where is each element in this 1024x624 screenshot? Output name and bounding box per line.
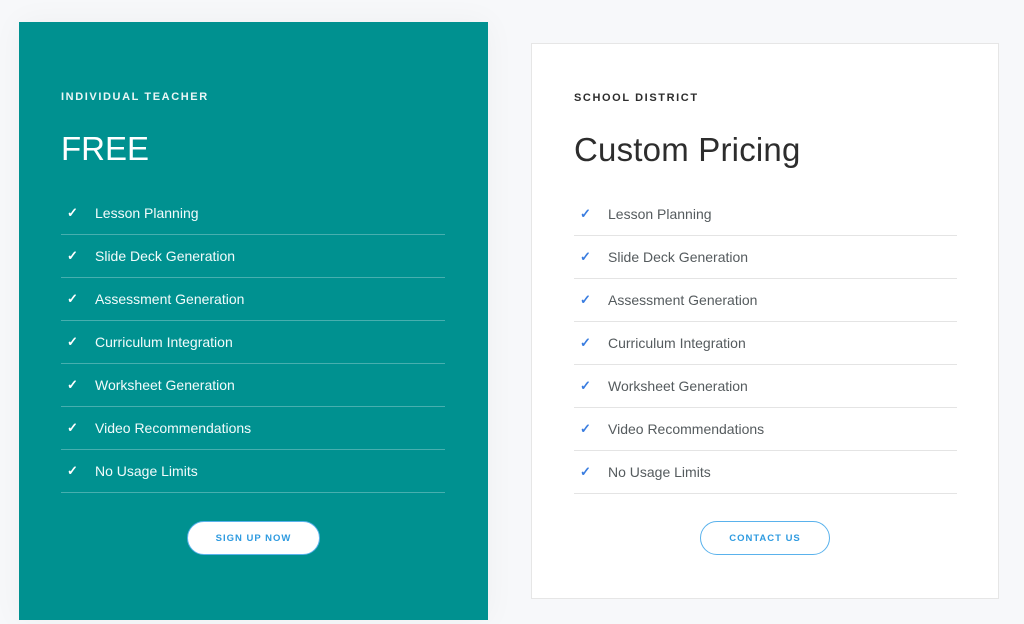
check-icon: ✓ xyxy=(67,463,78,478)
feature-label: Slide Deck Generation xyxy=(95,248,236,264)
plan-eyebrow: INDIVIDUAL TEACHER xyxy=(61,91,209,103)
feature-label: Video Recommendations xyxy=(95,420,252,436)
contact-us-button[interactable]: CONTACT US xyxy=(700,521,830,555)
feature-item: ✓ No Usage Limits xyxy=(574,451,957,494)
check-icon: ✓ xyxy=(67,291,78,306)
check-icon: ✓ xyxy=(580,292,591,307)
plan-eyebrow: SCHOOL DISTRICT xyxy=(574,92,699,104)
feature-item: ✓ Assessment Generation xyxy=(574,279,957,322)
feature-label: Worksheet Generation xyxy=(95,377,235,393)
sign-up-now-button[interactable]: SIGN UP NOW xyxy=(187,521,320,555)
check-icon: ✓ xyxy=(580,206,591,221)
feature-label: Assessment Generation xyxy=(95,291,245,307)
feature-item: ✓ Assessment Generation xyxy=(61,278,445,321)
check-icon: ✓ xyxy=(67,205,78,220)
feature-label: Curriculum Integration xyxy=(95,334,233,350)
feature-item: ✓ Lesson Planning xyxy=(61,192,445,235)
feature-label: Worksheet Generation xyxy=(608,378,748,394)
feature-item: ✓ No Usage Limits xyxy=(61,450,445,493)
check-icon: ✓ xyxy=(67,248,78,263)
feature-item: ✓ Worksheet Generation xyxy=(574,365,957,408)
feature-list: ✓ Lesson Planning ✓ Slide Deck Generation … xyxy=(574,193,957,494)
check-icon: ✓ xyxy=(67,420,78,435)
check-icon: ✓ xyxy=(580,464,591,479)
feature-label: No Usage Limits xyxy=(95,463,198,479)
feature-item: ✓ Video Recommendations xyxy=(61,407,445,450)
check-icon: ✓ xyxy=(580,249,591,264)
feature-item: ✓ Slide Deck Generation xyxy=(574,236,957,279)
feature-item: ✓ Lesson Planning xyxy=(574,193,957,236)
feature-label: Lesson Planning xyxy=(608,206,712,222)
plan-card-individual-teacher: INDIVIDUAL TEACHER FREE ✓ Lesson Planning… xyxy=(19,22,488,620)
feature-item: ✓ Video Recommendations xyxy=(574,408,957,451)
check-icon: ✓ xyxy=(580,335,591,350)
check-icon: ✓ xyxy=(67,334,78,349)
check-icon: ✓ xyxy=(580,378,591,393)
feature-label: Curriculum Integration xyxy=(608,335,746,351)
feature-item: ✓ Slide Deck Generation xyxy=(61,235,445,278)
check-icon: ✓ xyxy=(67,377,78,392)
feature-label: Slide Deck Generation xyxy=(608,249,749,265)
feature-list: ✓ Lesson Planning ✓ Slide Deck Generation … xyxy=(61,192,445,493)
feature-label: Assessment Generation xyxy=(608,292,758,308)
check-icon: ✓ xyxy=(580,421,591,436)
plan-price: FREE xyxy=(61,130,150,167)
feature-label: Lesson Planning xyxy=(95,205,199,221)
feature-label: Video Recommendations xyxy=(608,421,765,437)
feature-item: ✓ Curriculum Integration xyxy=(574,322,957,365)
plan-card-school-district: SCHOOL DISTRICT Custom Pricing ✓ Lesson P… xyxy=(531,43,999,599)
feature-item: ✓ Curriculum Integration xyxy=(61,321,445,364)
feature-item: ✓ Worksheet Generation xyxy=(61,364,445,407)
plan-price: Custom Pricing xyxy=(574,131,801,168)
feature-label: No Usage Limits xyxy=(608,464,711,480)
